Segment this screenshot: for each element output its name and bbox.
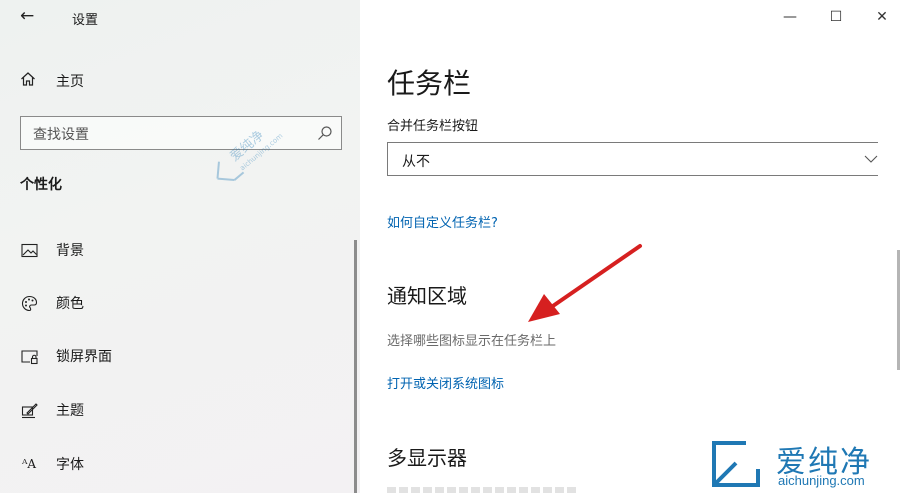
sidebar-item-label: 字体: [56, 457, 84, 473]
sidebar-item-label: 背景: [56, 243, 84, 259]
sidebar-item-home[interactable]: 主页: [20, 70, 84, 92]
notification-area-title: 通知区域: [387, 284, 467, 308]
watermark-brand: 爱纯净 aichunjing.com: [706, 437, 900, 491]
sidebar-item-label: 锁屏界面: [56, 349, 112, 365]
notification-area-description: 选择哪些图标显示在任务栏上: [387, 334, 557, 349]
palette-icon: [20, 294, 38, 312]
cut-off-text: [387, 487, 577, 493]
picture-icon: [20, 241, 38, 259]
main-scrollbar[interactable]: [897, 250, 900, 370]
combine-buttons-label: 合并任务栏按钮: [387, 119, 479, 134]
home-icon: [20, 71, 36, 91]
sidebar-item-background[interactable]: 背景: [20, 238, 84, 262]
search-box[interactable]: 查找设置: [20, 116, 342, 150]
sidebar-item-label: 颜色: [56, 296, 84, 312]
window-controls: — ☐ ✕: [767, 0, 905, 34]
close-button[interactable]: ✕: [859, 0, 905, 34]
font-icon: ᴬA: [21, 457, 37, 471]
sidebar-scrollbar[interactable]: [354, 240, 357, 493]
multi-display-title: 多显示器: [387, 446, 467, 470]
lock-screen-icon: [20, 347, 38, 365]
back-button[interactable]: ←: [20, 6, 34, 26]
sidebar: ← 设置 主页 查找设置 个性化 背景 颜色 锁屏界面 主题 ᴬA 字体 爱纯净…: [0, 0, 360, 493]
home-label: 主页: [56, 74, 84, 90]
section-header-personalization: 个性化: [20, 177, 62, 193]
page-title: 任务栏: [387, 67, 472, 100]
customize-taskbar-link[interactable]: 如何自定义任务栏?: [387, 212, 498, 231]
sidebar-item-lock-screen[interactable]: 锁屏界面: [20, 344, 112, 368]
app-title: 设置: [72, 13, 99, 28]
maximize-button[interactable]: ☐: [813, 0, 859, 34]
theme-icon: [20, 401, 38, 419]
chevron-down-icon: [864, 155, 878, 163]
sidebar-item-theme[interactable]: 主题: [20, 398, 84, 422]
annotation-arrow: [528, 244, 642, 322]
sidebar-item-color[interactable]: 颜色: [20, 291, 84, 315]
watermark-brand-url: aichunjing.com: [778, 473, 865, 488]
minimize-button[interactable]: —: [767, 0, 813, 34]
watermark-logo-icon: [712, 441, 760, 487]
sidebar-item-fonts[interactable]: ᴬA 字体: [20, 452, 84, 476]
search-icon[interactable]: [317, 125, 333, 141]
search-input[interactable]: 查找设置: [33, 124, 89, 144]
system-icons-link[interactable]: 打开或关闭系统图标: [387, 373, 504, 392]
dropdown-selected-value: 从不: [402, 154, 430, 170]
sidebar-item-label: 主题: [56, 403, 84, 419]
combine-buttons-dropdown[interactable]: 从不: [387, 142, 878, 176]
